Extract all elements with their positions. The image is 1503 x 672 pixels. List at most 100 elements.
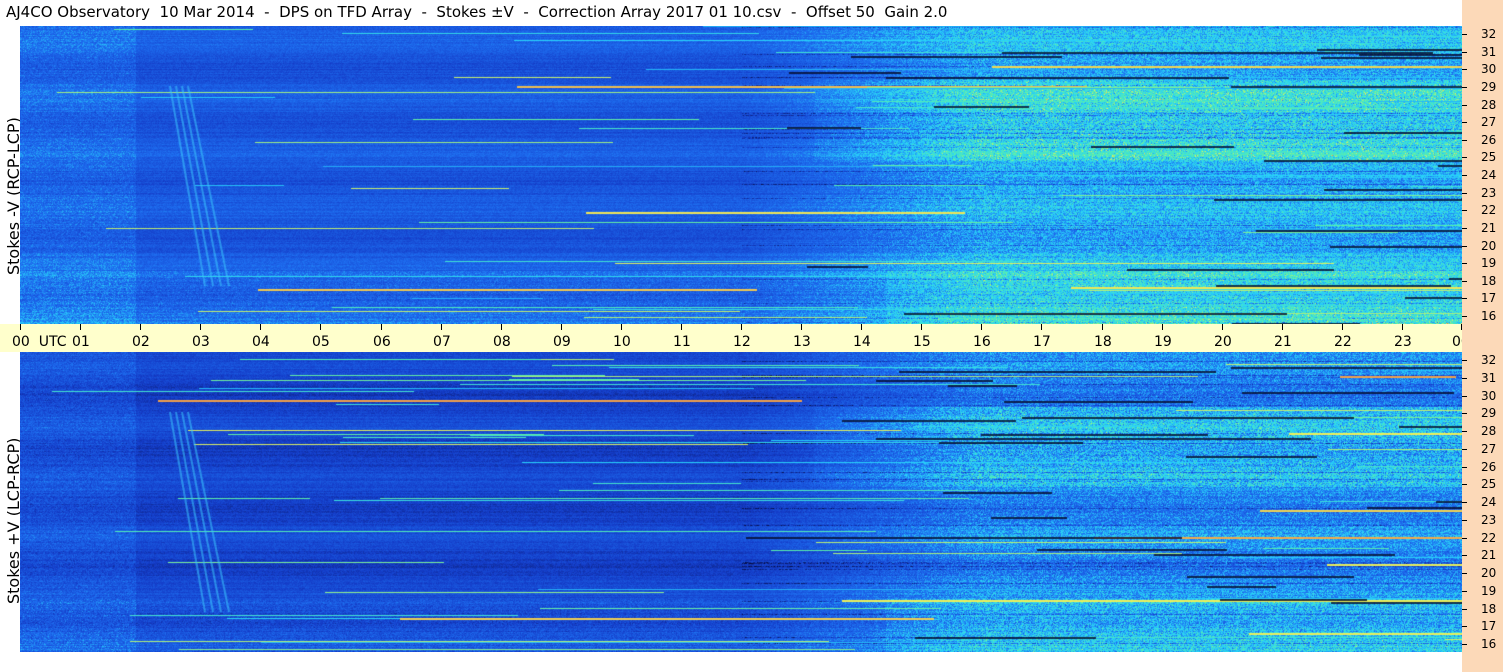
frequency-label: 22 xyxy=(1481,203,1497,217)
frequency-tick-mark xyxy=(1462,157,1467,158)
frequency-label: 18 xyxy=(1481,602,1497,616)
time-label-hour: 17 xyxy=(1033,334,1051,350)
time-label-hour: 12 xyxy=(733,334,751,350)
time-tick-mark xyxy=(981,324,982,330)
time-tick-mark xyxy=(441,324,442,330)
time-tick-mark xyxy=(320,324,321,330)
time-tick-mark xyxy=(200,324,201,330)
spectrogram-bottom xyxy=(20,352,1462,652)
frequency-tick-mark xyxy=(1462,467,1467,468)
frequency-label: 23 xyxy=(1481,186,1497,200)
time-tick-mark xyxy=(1342,324,1343,330)
frequency-tick-mark xyxy=(1462,52,1467,53)
frequency-tick-mark xyxy=(1462,538,1467,539)
time-tick-mark xyxy=(741,324,742,330)
time-tick-mark xyxy=(20,324,21,330)
frequency-tick-mark xyxy=(1462,609,1467,610)
time-label-hour: 09 xyxy=(553,334,571,350)
frequency-label: 25 xyxy=(1481,150,1497,164)
time-tick-mark xyxy=(1222,324,1223,330)
time-label-hour: 05 xyxy=(312,334,330,350)
spectrogram-top-canvas xyxy=(20,26,1462,324)
time-label-hour: 02 xyxy=(132,334,150,350)
frequency-tick-mark xyxy=(1462,644,1467,645)
frequency-tick-mark xyxy=(1462,263,1467,264)
bottom-margin xyxy=(0,652,1462,672)
time-tick-mark xyxy=(1041,324,1042,330)
frequency-label: 28 xyxy=(1481,424,1497,438)
frequency-label: 32 xyxy=(1481,27,1497,41)
frequency-tick-mark xyxy=(1462,298,1467,299)
time-label-hour: 21 xyxy=(1274,334,1292,350)
frequency-tick-mark xyxy=(1462,573,1467,574)
chart-title: AJ4CO Observatory 10 Mar 2014 - DPS on T… xyxy=(6,3,948,21)
time-tick-mark xyxy=(80,324,81,330)
frequency-tick-mark xyxy=(1462,281,1467,282)
frequency-tick-mark xyxy=(1462,396,1467,397)
frequency-label: 21 xyxy=(1481,548,1497,562)
time-label-hour: 10 xyxy=(613,334,631,350)
time-tick-mark xyxy=(561,324,562,330)
time-tick-mark xyxy=(1162,324,1163,330)
time-label-hour: 19 xyxy=(1154,334,1172,350)
frequency-label: 19 xyxy=(1481,584,1497,598)
time-tick-mark xyxy=(501,324,502,330)
spectrogram-bottom-canvas xyxy=(20,352,1462,652)
time-tick-mark xyxy=(801,324,802,330)
time-tick-mark xyxy=(921,324,922,330)
frequency-label: 17 xyxy=(1481,619,1497,633)
frequency-label: 24 xyxy=(1481,168,1497,182)
time-label-hour: 13 xyxy=(793,334,811,350)
frequency-label: 24 xyxy=(1481,495,1497,509)
time-tick-mark xyxy=(1402,324,1403,330)
frequency-label: 21 xyxy=(1481,221,1497,235)
frequency-tick-mark xyxy=(1462,69,1467,70)
time-label-hour: 16 xyxy=(973,334,991,350)
frequency-tick-mark xyxy=(1462,555,1467,556)
frequency-tick-mark xyxy=(1462,122,1467,123)
frequency-tick-mark xyxy=(1462,520,1467,521)
time-tick-mark xyxy=(621,324,622,330)
time-label-hour: 11 xyxy=(673,334,691,350)
frequency-tick-mark xyxy=(1462,360,1467,361)
frequency-label: 27 xyxy=(1481,442,1497,456)
frequency-label: 26 xyxy=(1481,133,1497,147)
time-tick-mark xyxy=(381,324,382,330)
time-label-hour: 06 xyxy=(373,334,391,350)
frequency-label: 31 xyxy=(1481,371,1497,385)
time-tick-mark xyxy=(681,324,682,330)
frequency-label: 16 xyxy=(1481,637,1497,651)
time-label-hour: 07 xyxy=(433,334,451,350)
frequency-label: 32 xyxy=(1481,353,1497,367)
time-label-hour: 04 xyxy=(252,334,270,350)
frequency-tick-mark xyxy=(1462,34,1467,35)
frequency-label: 28 xyxy=(1481,98,1497,112)
time-label-hour: 23 xyxy=(1394,334,1412,350)
frequency-label: 16 xyxy=(1481,309,1497,323)
time-label-hour: 14 xyxy=(853,334,871,350)
frequency-label: 30 xyxy=(1481,62,1497,76)
frequency-tick-mark xyxy=(1462,246,1467,247)
frequency-tick-mark xyxy=(1462,378,1467,379)
frequency-tick-mark xyxy=(1462,316,1467,317)
frequency-tick-mark xyxy=(1462,413,1467,414)
frequency-label: 17 xyxy=(1481,291,1497,305)
frequency-tick-mark xyxy=(1462,175,1467,176)
time-tick-mark xyxy=(1102,324,1103,330)
frequency-label: 29 xyxy=(1481,406,1497,420)
utc-time-axis: 00 UTC 01 02 03 04 05 06 07 08 09 10 11 12 13 14 15 16 17… xyxy=(0,324,1498,352)
frequency-tick-mark xyxy=(1462,502,1467,503)
frequency-tick-mark xyxy=(1462,193,1467,194)
frequency-tick-mark xyxy=(1462,484,1467,485)
frequency-tick-mark xyxy=(1462,228,1467,229)
frequency-tick-mark xyxy=(1462,210,1467,211)
frequency-tick-mark xyxy=(1462,140,1467,141)
frequency-tick-mark xyxy=(1462,591,1467,592)
time-label-hour: 15 xyxy=(913,334,931,350)
spectrogram-top xyxy=(20,26,1462,324)
time-label-hour: 22 xyxy=(1334,334,1352,350)
frequency-tick-mark xyxy=(1462,431,1467,432)
time-tick-mark xyxy=(861,324,862,330)
frequency-label: 23 xyxy=(1481,513,1497,527)
time-label-hour: 01 xyxy=(72,334,90,350)
